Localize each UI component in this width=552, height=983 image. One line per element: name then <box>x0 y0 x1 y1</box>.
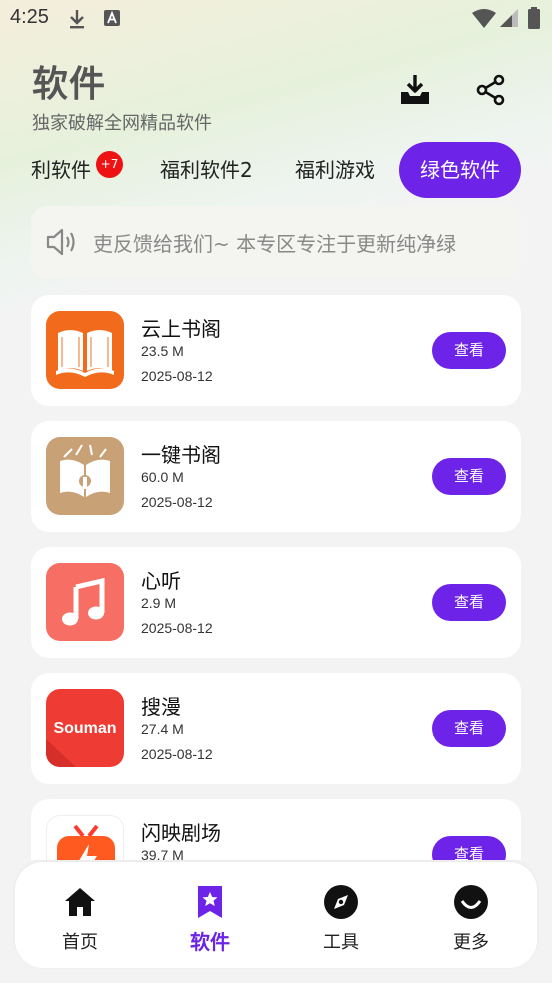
download-tray-icon[interactable] <box>397 72 433 108</box>
tab-welfare-games[interactable]: 福利游戏 <box>295 142 375 198</box>
page-subtitle: 独家破解全网精品软件 <box>32 113 212 134</box>
page-title: 软件 <box>32 64 107 105</box>
app-list[interactable]: 云上书阁 23.5 M 2025-08-12 查看 一键书阁 60.0 M 20… <box>31 295 521 860</box>
nav-label: 更多 <box>453 932 489 953</box>
status-bar: 4:25 <box>0 0 552 38</box>
view-button[interactable]: 查看 <box>432 584 506 621</box>
nav-label: 软件 <box>190 930 230 954</box>
list-item[interactable]: 闪映剧场 39.7 M 查看 <box>31 799 521 860</box>
a-letter-icon <box>104 10 120 30</box>
speaker-icon <box>45 226 79 262</box>
app-date: 2025-08-12 <box>141 494 213 510</box>
list-item[interactable]: 云上书阁 23.5 M 2025-08-12 查看 <box>31 295 521 406</box>
nav-label: 工具 <box>323 932 359 953</box>
view-button[interactable]: 查看 <box>432 458 506 495</box>
tab-welfare-software[interactable]: 利软件 <box>31 142 91 198</box>
notice-bar: 吏反馈给我们~ 本专区专注于更新纯净绿 <box>31 206 521 278</box>
compass-icon <box>323 884 359 920</box>
app-date: 2025-08-12 <box>141 620 213 636</box>
tab-badge: +7 <box>96 151 123 178</box>
bookmark-star-icon <box>192 884 228 920</box>
list-item[interactable]: 心听 2.9 M 2025-08-12 查看 <box>31 547 521 658</box>
view-button[interactable]: 查看 <box>432 836 506 860</box>
app-size: 39.7 M <box>141 847 184 860</box>
smile-circle-icon <box>453 884 489 920</box>
app-name: 闪映剧场 <box>141 821 221 845</box>
book-icon <box>46 311 124 389</box>
home-icon <box>62 884 98 920</box>
app-name: 一键书阁 <box>141 443 221 467</box>
view-button[interactable]: 查看 <box>432 710 506 747</box>
tv-icon <box>46 815 124 860</box>
page-header: 软件 独家破解全网精品软件 <box>32 55 212 135</box>
signal-icon <box>500 9 518 31</box>
tab-welfare-software-2[interactable]: 福利软件2 <box>160 142 253 198</box>
svg-text:Souman: Souman <box>53 720 116 737</box>
download-arrow-icon <box>66 8 88 34</box>
app-size: 27.4 M <box>141 721 184 737</box>
nav-home[interactable]: 首页 <box>30 862 130 968</box>
wifi-icon <box>472 9 496 33</box>
tab-green-software[interactable]: 绿色软件 <box>399 142 521 198</box>
app-name: 云上书阁 <box>141 317 221 341</box>
souman-logo-icon: Souman <box>46 689 124 767</box>
app-size: 2.9 M <box>141 595 177 611</box>
category-tabs: 利软件 福利软件2 福利游戏 绿色软件 <box>0 142 552 198</box>
app-name: 心听 <box>141 569 181 593</box>
battery-icon <box>528 7 540 33</box>
nav-tools[interactable]: 工具 <box>291 862 391 968</box>
app-name: 搜漫 <box>141 695 181 719</box>
nav-label: 首页 <box>62 932 98 953</box>
app-date: 2025-08-12 <box>141 746 213 762</box>
share-icon[interactable] <box>473 72 509 108</box>
bottom-nav: 首页 软件 工具 更多 <box>15 862 537 968</box>
app-size: 23.5 M <box>141 343 184 359</box>
list-item[interactable]: Souman 搜漫 27.4 M 2025-08-12 查看 <box>31 673 521 784</box>
status-time: 4:25 <box>10 6 49 28</box>
list-item[interactable]: 一键书阁 60.0 M 2025-08-12 查看 <box>31 421 521 532</box>
view-button[interactable]: 查看 <box>432 332 506 369</box>
app-date: 2025-08-12 <box>141 368 213 384</box>
open-book-icon <box>46 437 124 515</box>
app-size: 60.0 M <box>141 469 184 485</box>
music-note-icon <box>46 563 124 641</box>
nav-software[interactable]: 软件 <box>160 862 260 968</box>
nav-more[interactable]: 更多 <box>421 862 521 968</box>
notice-text: 吏反馈给我们~ 本专区专注于更新纯净绿 <box>93 232 457 256</box>
